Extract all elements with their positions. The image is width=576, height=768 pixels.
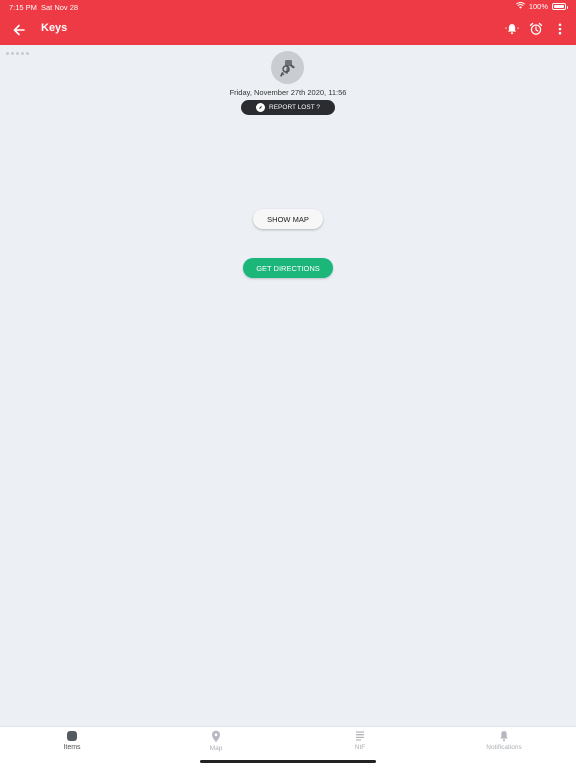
- dot: [21, 52, 24, 55]
- dot: [26, 52, 29, 55]
- bell-icon: [500, 731, 508, 742]
- report-lost-button[interactable]: REPORT LOST ?: [241, 100, 335, 115]
- alarm-clock-icon: [529, 22, 543, 35]
- tab-notifications[interactable]: Notifications: [432, 730, 576, 758]
- tab-ntf[interactable]: NtF: [288, 730, 432, 758]
- home-indicator: [200, 760, 376, 763]
- top-bar: 7:15 PM Sat Nov 28 100% Keys: [0, 0, 576, 45]
- items-icon: [67, 731, 77, 741]
- item-avatar: [271, 51, 304, 84]
- dot: [11, 52, 14, 55]
- tab-map[interactable]: Map: [144, 730, 288, 758]
- status-time: 7:15 PM: [9, 3, 37, 12]
- battery-percent: 100%: [528, 2, 548, 11]
- status-date: Sat Nov 28: [41, 3, 79, 12]
- wifi-icon: [515, 2, 525, 11]
- alarm-button[interactable]: [528, 20, 544, 38]
- more-vertical-icon: [558, 23, 562, 35]
- more-menu-button[interactable]: [552, 20, 568, 38]
- header-actions: [504, 20, 568, 38]
- page-dots: [6, 52, 29, 55]
- status-right: 100%: [515, 2, 568, 11]
- get-directions-button[interactable]: GET DIRECTIONS: [243, 258, 333, 278]
- battery-icon: [552, 3, 568, 10]
- tab-items[interactable]: Items: [0, 730, 144, 758]
- back-button[interactable]: [10, 21, 28, 39]
- notify-bell-button[interactable]: [504, 20, 520, 38]
- item-datetime: Friday, November 27th 2020, 11:56: [229, 88, 347, 97]
- bell-ring-icon: [505, 24, 519, 35]
- list-icon: [356, 731, 364, 741]
- page-title: Keys: [41, 22, 68, 34]
- compass-icon: [256, 103, 266, 112]
- arrow-left-icon: [13, 24, 25, 36]
- keys-icon: [279, 59, 295, 77]
- map-pin-icon: [212, 730, 220, 742]
- dot: [6, 52, 9, 55]
- status-bar: 7:15 PM Sat Nov 28 100%: [0, 0, 576, 14]
- show-map-button[interactable]: SHOW MAP: [253, 209, 323, 229]
- tab-label: NtF: [354, 744, 366, 751]
- tab-label: Map: [209, 745, 223, 752]
- tab-label: Items: [63, 744, 81, 751]
- report-lost-label: REPORT LOST ?: [269, 104, 320, 111]
- tab-label: Notifications: [486, 744, 522, 751]
- dot: [16, 52, 19, 55]
- nav-row: Keys: [0, 18, 576, 42]
